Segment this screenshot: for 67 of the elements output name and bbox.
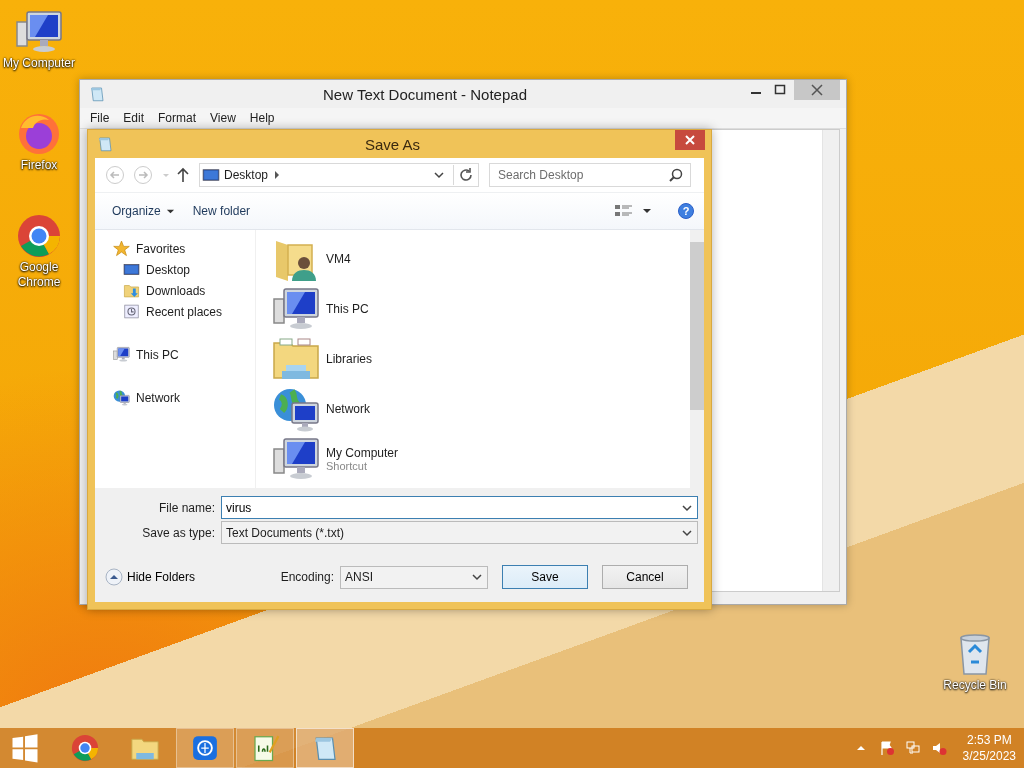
nav-item[interactable]: Desktop: [95, 259, 255, 280]
search-field[interactable]: Search Desktop: [490, 168, 668, 182]
view-options-icon[interactable]: [614, 203, 634, 219]
time-text: 2:53 PM: [966, 732, 1012, 748]
notepad-icon: [88, 85, 106, 103]
chrome-icon[interactable]: [15, 212, 63, 260]
notepad-icon: [96, 135, 114, 153]
nav-item[interactable]: Network: [95, 387, 255, 408]
location-item[interactable]: VM4: [272, 234, 690, 284]
date-text: 3/25/2023: [962, 748, 1016, 764]
location-item[interactable]: This PC: [272, 284, 690, 334]
download-folder-icon: [123, 282, 140, 299]
collapse-icon: [105, 568, 123, 586]
speaker-muted-icon[interactable]: [930, 740, 947, 756]
address-segment[interactable]: Desktop: [224, 168, 269, 182]
clock-icon: [123, 303, 140, 320]
globe-monitor-icon: [113, 389, 130, 406]
hide-folders-button[interactable]: Hide Folders: [105, 568, 196, 586]
scrollbar[interactable]: [690, 230, 704, 488]
menu-item[interactable]: Help: [243, 111, 281, 125]
save-button[interactable]: Save: [502, 565, 588, 589]
field-label: Encoding:: [280, 570, 335, 584]
file-name-box[interactable]: virus: [221, 496, 698, 519]
computer-icon: [113, 346, 130, 363]
caret-icon[interactable]: [642, 206, 652, 216]
cancel-button[interactable]: Cancel: [602, 565, 688, 589]
field-label: Save as type:: [141, 525, 216, 540]
menu-item[interactable]: Format: [152, 111, 203, 125]
monitor-icon: [123, 261, 140, 278]
menu-item[interactable]: File: [84, 111, 116, 125]
menu-item[interactable]: View: [204, 111, 242, 125]
location-item[interactable]: Libraries: [272, 334, 690, 384]
windows-logo-icon[interactable]: [10, 733, 40, 763]
toolbar-button[interactable]: New folder: [183, 200, 260, 222]
menu-item[interactable]: Edit: [117, 111, 151, 125]
app-icon: [190, 733, 220, 763]
close-icon[interactable]: [675, 130, 705, 150]
field-label: File name:: [157, 500, 216, 515]
scrollbar[interactable]: [822, 130, 839, 591]
location-item[interactable]: Network: [272, 384, 690, 434]
search-icon: [668, 167, 684, 183]
search-box[interactable]: Search Desktop: [489, 163, 691, 187]
flag-icon[interactable]: [878, 740, 895, 756]
file-name-field[interactable]: virus: [222, 500, 681, 515]
taskbar-button[interactable]: [296, 728, 354, 768]
chevron-down-icon: [471, 571, 483, 583]
chevron-down-icon[interactable]: [433, 169, 445, 181]
help-button[interactable]: ?: [678, 203, 694, 219]
nav-item[interactable]: This PC: [95, 344, 255, 365]
taskbar-button[interactable]: [176, 728, 234, 768]
address-bar[interactable]: Desktop: [199, 163, 479, 187]
star-icon: [113, 240, 130, 257]
dialog-title: Save As: [363, 135, 421, 153]
location-item[interactable]: My Computer Shortcut: [272, 434, 690, 484]
network-icon[interactable]: [904, 740, 921, 756]
close-icon[interactable]: [794, 80, 840, 100]
nav-item[interactable]: Downloads: [95, 280, 255, 301]
encoding-dropdown[interactable]: ANSI: [340, 565, 488, 589]
file-type-dropdown[interactable]: Text Documents (*.txt): [221, 521, 698, 544]
nav-item[interactable]: Favorites: [95, 238, 255, 259]
taskbar-button[interactable]: [236, 728, 294, 768]
up-arrow-icon[interactable]: [175, 165, 191, 185]
chrome-icon: [70, 733, 100, 763]
monitor-icon: [202, 166, 220, 184]
toolbar-button[interactable]: Organize: [103, 200, 184, 222]
window-title: New Text Document - Notepad: [322, 85, 528, 103]
nav-item[interactable]: Recent places: [95, 301, 255, 322]
